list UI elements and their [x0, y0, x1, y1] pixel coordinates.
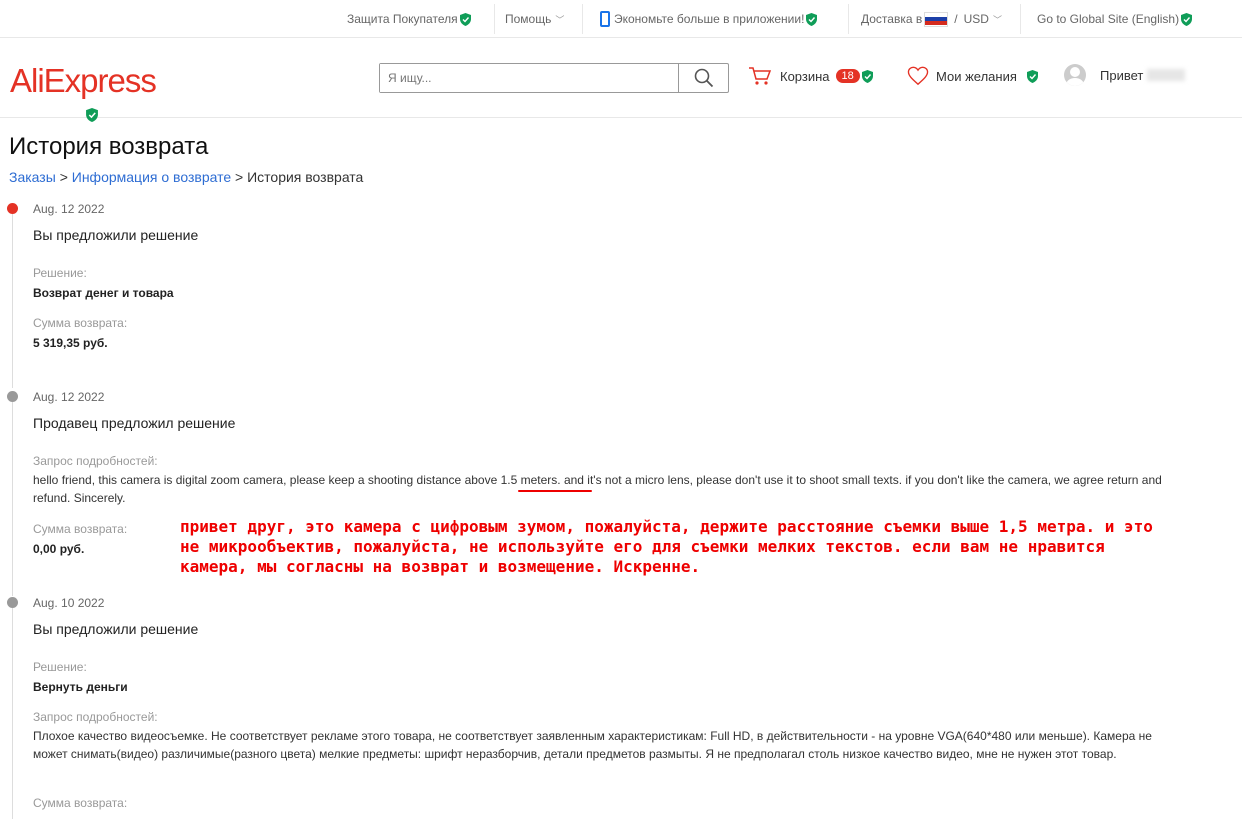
entry-heading: Вы предложили решение: [33, 621, 199, 637]
russia-flag-icon: [924, 11, 949, 27]
divider: [848, 4, 849, 34]
timeline-line: [12, 214, 13, 388]
shield-check-icon: [459, 12, 471, 26]
cart-icon: [749, 67, 772, 85]
cart-count-badge: 18: [835, 69, 860, 83]
shield-check-icon: [806, 12, 818, 26]
entry-date: Aug. 10 2022: [33, 596, 105, 610]
ship-to-label: Доставка в: [861, 12, 923, 26]
divider: [582, 4, 583, 34]
buyer-message-text: Плохое качество видеосъемке. Не соответс…: [33, 729, 1152, 761]
page-title: История возврата: [9, 133, 209, 160]
search-icon: [694, 68, 713, 88]
buyer-protection-link[interactable]: Защита Покупателя: [347, 0, 471, 38]
wishlist-label: Мои желания: [936, 68, 1017, 84]
solution-label: Решение:: [33, 266, 87, 280]
timeline-line: [12, 402, 13, 596]
search-button[interactable]: [678, 64, 728, 92]
shield-check-icon: [1026, 69, 1038, 83]
greeting-label: Привет: [1100, 67, 1144, 83]
details-label: Запрос подробностей:: [33, 454, 158, 468]
cart-link[interactable]: Корзина 18: [748, 66, 873, 86]
breadcrumb-separator: >: [235, 169, 244, 185]
solution-label: Решение:: [33, 660, 87, 674]
entry-date: Aug. 12 2022: [33, 202, 105, 216]
shield-check-icon: [861, 69, 873, 83]
entry-heading: Продавец предложил решение: [33, 415, 236, 431]
seller-message-text: hello friend, this camera is digital zoo…: [33, 473, 1162, 505]
help-label: Помощь: [505, 12, 552, 26]
app-promo-link[interactable]: Экономьте больше в приложении!: [600, 0, 818, 38]
translation-annotation: привет друг, это камера с цифровым зумом…: [180, 517, 1153, 576]
details-label: Запрос подробностей:: [33, 710, 158, 724]
global-site-link[interactable]: Go to Global Site (English): [1037, 0, 1193, 38]
divider: [494, 4, 495, 34]
help-menu[interactable]: Помощь ﹀: [505, 0, 564, 38]
shield-check-icon: [1181, 12, 1193, 26]
ship-to-selector[interactable]: Доставка в / USD ﹀: [861, 0, 1002, 38]
wishlist-link[interactable]: Мои желания: [906, 66, 1038, 86]
search-input[interactable]: [380, 64, 678, 92]
solution-value: Возврат денег и товара: [33, 286, 174, 300]
phone-icon: [600, 11, 610, 27]
app-promo-label: Экономьте больше в приложении!: [614, 12, 805, 26]
aliexpress-logo[interactable]: AliExpress: [10, 62, 157, 100]
entry-heading: Вы предложили решение: [33, 227, 199, 243]
breadcrumb: Заказы > Информация о возврате > История…: [9, 169, 363, 185]
buyer-protection-label: Защита Покупателя: [347, 12, 458, 26]
slash-separator: /: [954, 12, 958, 26]
chevron-down-icon: ﹀: [555, 14, 565, 25]
shield-check-icon: [86, 108, 98, 122]
avatar: [1064, 64, 1086, 86]
breadcrumb-orders[interactable]: Заказы: [9, 169, 56, 185]
timeline-dot-active: [7, 203, 18, 214]
breadcrumb-separator: >: [59, 169, 68, 185]
timeline-line: [12, 608, 13, 819]
refund-amount-label: Сумма возврата:: [33, 316, 128, 330]
refund-amount-label: Сумма возврата:: [33, 522, 128, 536]
top-bar: Защита Покупателя Помощь ﹀ Экономьте боль…: [0, 0, 1242, 38]
blurred-username: [1147, 69, 1186, 81]
account-menu[interactable]: Привет: [1064, 64, 1186, 86]
timeline-dot: [7, 391, 18, 402]
timeline-dot: [7, 597, 18, 608]
cart-label: Корзина: [780, 68, 830, 84]
search-box: [379, 63, 729, 93]
breadcrumb-refund-info[interactable]: Информация о возврате: [72, 169, 231, 185]
solution-value: Вернуть деньги: [33, 680, 128, 694]
main-header: AliExpress Корзина 18 Мои желания Привет: [0, 38, 1242, 122]
currency-label: USD: [963, 12, 989, 26]
heart-icon: [907, 66, 929, 86]
global-site-label: Go to Global Site (English): [1037, 12, 1180, 26]
breadcrumb-current: История возврата: [247, 169, 364, 185]
divider: [1020, 4, 1021, 34]
red-underline-annotation: [518, 490, 592, 492]
refund-amount-value: 0,00 руб.: [33, 542, 85, 556]
chevron-down-icon: ﹀: [992, 14, 1002, 25]
refund-amount-label: Сумма возврата:: [33, 796, 128, 810]
entry-date: Aug. 12 2022: [33, 390, 105, 404]
refund-amount-value: 5 319,35 руб.: [33, 336, 108, 350]
